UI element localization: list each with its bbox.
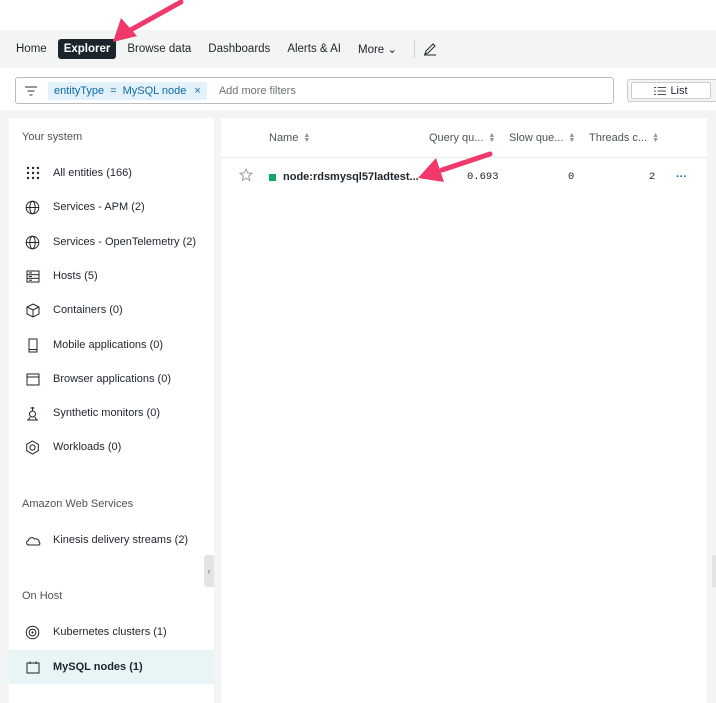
sidebar-item-browser-applications[interactable]: Browser applications (0): [9, 362, 214, 396]
entity-table: Name ▲ ▼ Query qu... ▲ ▼ Slow que... ▲ ▼ Th…: [221, 118, 707, 703]
nav-dashboards[interactable]: Dashboards: [202, 39, 276, 59]
list-view-button[interactable]: List: [631, 82, 711, 99]
server-icon: [24, 268, 41, 285]
sidebar-item-kinesis-delivery-streams[interactable]: Kinesis delivery streams (2): [9, 523, 214, 557]
calendar-box-icon: [24, 659, 41, 676]
threads-value: 2: [649, 171, 656, 183]
column-threads[interactable]: Threads c... ▲ ▼: [589, 132, 659, 144]
sidebar-item-mobile-applications[interactable]: Mobile applications (0): [9, 328, 214, 362]
browser-window-icon: [24, 371, 41, 388]
filter-bar[interactable]: entityType = MySQL node ×: [15, 77, 614, 104]
kubernetes-icon: [24, 624, 41, 641]
sort-icon: ▲ ▼: [652, 132, 660, 144]
entity-name: node:rdsmysql57ladtest...: [283, 171, 419, 183]
sidebar: Your system All entities (166) Services …: [9, 118, 214, 703]
pencil-icon[interactable]: [423, 42, 437, 56]
sidebar-collapse-handle[interactable]: ‹: [204, 555, 214, 587]
sidebar-item-mysql-nodes[interactable]: MySQL nodes (1): [9, 650, 214, 684]
sidebar-item-all-entities[interactable]: All entities (166): [9, 156, 214, 190]
cloud-icon: [24, 532, 41, 549]
sidebar-item-services-opentelemetry[interactable]: Services - OpenTelemetry (2): [9, 225, 214, 259]
sidebar-item-services-apm[interactable]: Services - APM (2): [9, 190, 214, 224]
nav-alerts-ai[interactable]: Alerts & AI: [281, 39, 347, 59]
globe-icon: [24, 234, 41, 251]
star-icon[interactable]: [238, 167, 254, 185]
workload-icon: [24, 439, 41, 456]
sidebar-item-label: Services - OpenTelemetry (2): [53, 236, 197, 248]
filter-chip[interactable]: entityType = MySQL node ×: [48, 81, 207, 100]
sort-icon: ▲ ▼: [488, 132, 496, 144]
grid-dots-icon: [24, 165, 41, 182]
globe-icon: [24, 199, 41, 216]
filter-icon[interactable]: [24, 85, 38, 97]
list-view-label: List: [670, 84, 688, 97]
section-your-system: Your system: [22, 131, 83, 143]
sidebar-item-label: Mobile applications (0): [53, 339, 164, 351]
sidebar-item-label: Workloads (0): [53, 441, 122, 453]
section-amazon-web-services: Amazon Web Services: [22, 498, 134, 510]
cube-icon: [24, 302, 41, 319]
slow-queries-value: 0: [568, 171, 575, 183]
annotation-arrow-row: [418, 151, 493, 182]
synthetic-icon: [24, 405, 41, 422]
sidebar-item-label: Kubernetes clusters (1): [53, 626, 167, 638]
sidebar-item-kubernetes-clusters[interactable]: Kubernetes clusters (1): [9, 615, 214, 649]
nav-more[interactable]: More ⌄: [352, 38, 403, 60]
filter-chip-operator: =: [110, 84, 117, 97]
sidebar-item-label: MySQL nodes (1): [53, 661, 143, 673]
column-label: Slow que...: [509, 132, 564, 144]
sort-icon: ▲ ▼: [303, 132, 311, 144]
column-label: Name: [269, 132, 299, 144]
view-toggle: List: [627, 79, 716, 102]
health-status-icon: [269, 173, 276, 181]
filter-chip-key: entityType: [54, 84, 105, 97]
sort-icon: ▲ ▼: [568, 132, 576, 144]
sidebar-item-label: Hosts (5): [53, 270, 98, 282]
column-slow-queries[interactable]: Slow que... ▲ ▼: [509, 132, 575, 144]
row-actions-icon[interactable]: ···: [676, 171, 687, 183]
sidebar-item-label: Browser applications (0): [53, 373, 171, 385]
nav-home[interactable]: Home: [10, 39, 53, 59]
entity-name-link[interactable]: node:rdsmysql57ladtest...: [269, 171, 419, 183]
column-query-queue[interactable]: Query qu... ▲ ▼: [429, 132, 495, 144]
section-on-host: On Host: [22, 590, 63, 602]
sidebar-item-label: Services - APM (2): [53, 201, 145, 213]
sidebar-item-workloads[interactable]: Workloads (0): [9, 430, 214, 464]
sidebar-item-containers[interactable]: Containers (0): [9, 293, 214, 327]
sidebar-item-label: Synthetic monitors (0): [53, 407, 160, 419]
sidebar-item-label: Kinesis delivery streams (2): [53, 534, 189, 546]
list-icon: [654, 86, 667, 95]
column-label: Query qu...: [429, 132, 484, 144]
sidebar-item-label: All entities (166): [53, 167, 132, 179]
mobile-icon: [24, 337, 41, 354]
nav-divider: [414, 40, 416, 58]
sidebar-item-hosts[interactable]: Hosts (5): [9, 259, 214, 293]
chip-remove-icon[interactable]: ×: [194, 85, 200, 97]
filter-chip-value: MySQL node: [122, 84, 187, 97]
column-label: Threads c...: [589, 132, 648, 144]
column-name[interactable]: Name ▲ ▼: [269, 132, 310, 144]
sidebar-item-label: Containers (0): [53, 304, 123, 316]
sidebar-item-synthetic-monitors[interactable]: Synthetic monitors (0): [9, 396, 214, 430]
chevron-left-icon: ‹: [207, 566, 211, 576]
annotation-arrow-explorer: [113, 0, 184, 42]
filter-input[interactable]: [218, 84, 519, 97]
right-panel-handle[interactable]: [712, 555, 716, 587]
